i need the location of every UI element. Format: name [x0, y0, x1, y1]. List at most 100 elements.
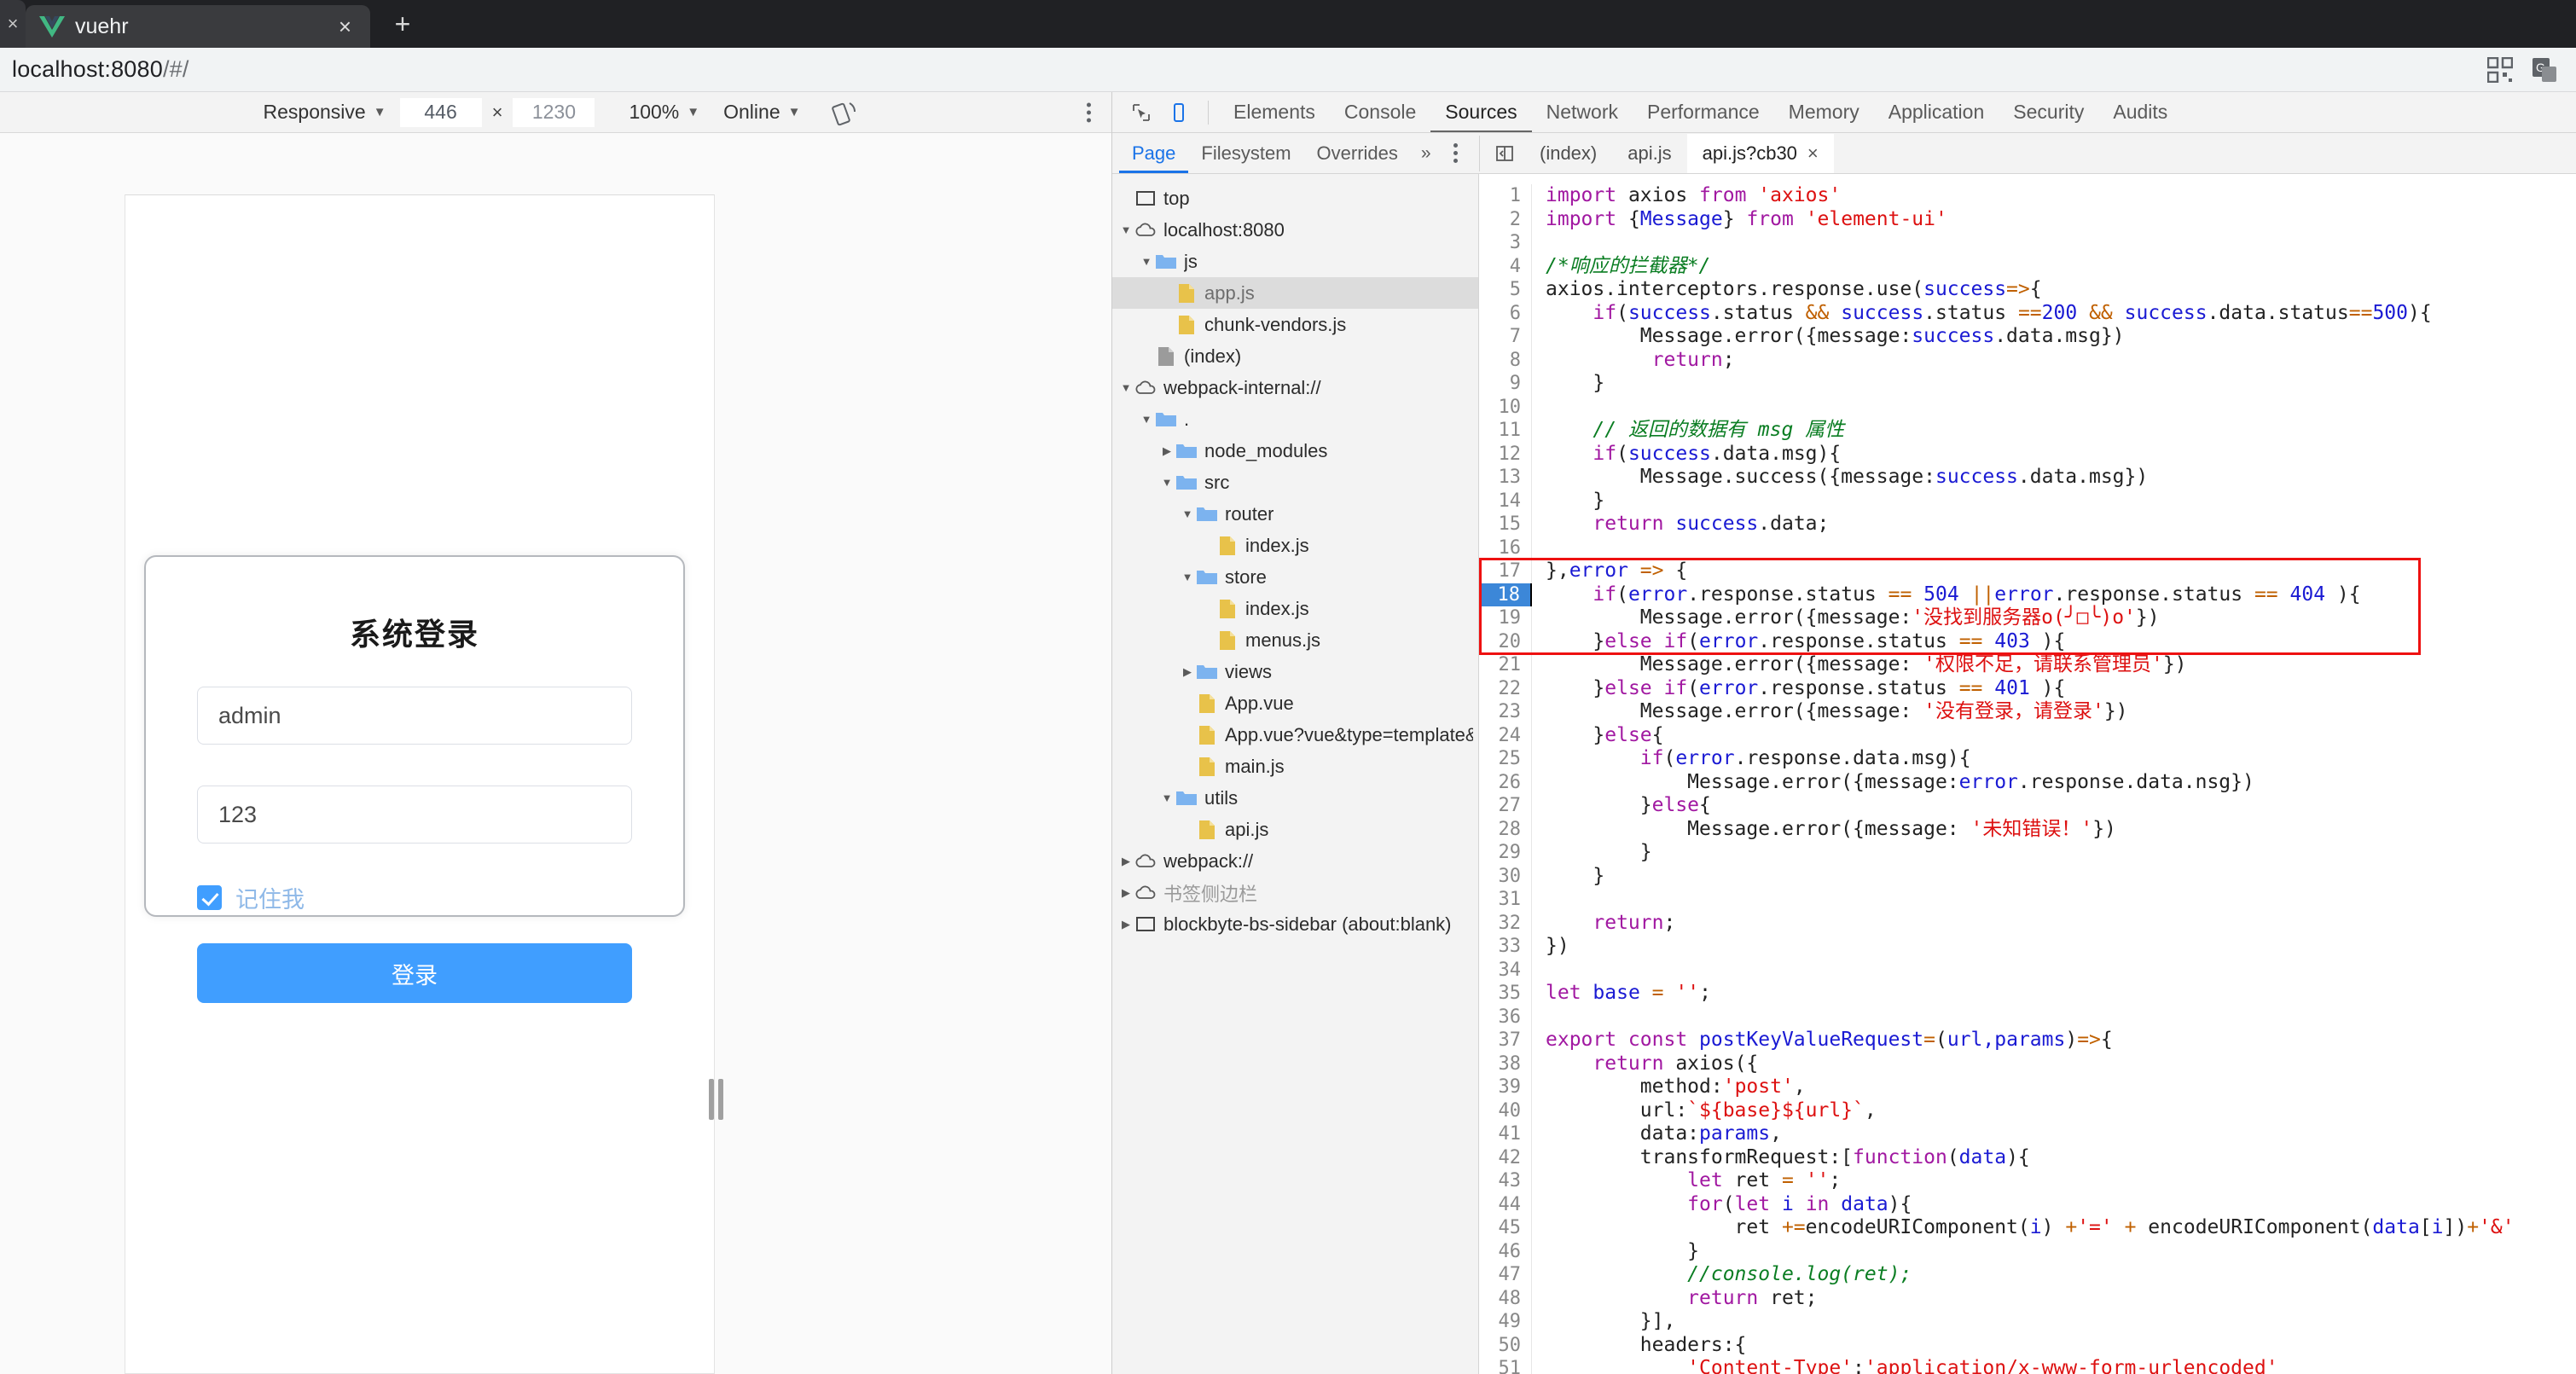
device-toolbar-more-button[interactable]	[1087, 102, 1091, 122]
zoom-dropdown[interactable]: 100% ▼	[617, 97, 711, 127]
line-number[interactable]: 51	[1479, 1357, 1532, 1374]
rotate-icon[interactable]	[831, 98, 860, 127]
chevron-down-icon[interactable]: ▼	[1158, 791, 1175, 804]
code-line[interactable]: 26 Message.error({message:error.response…	[1479, 771, 2576, 795]
code-line[interactable]: 34	[1479, 959, 2576, 983]
viewport-resize-handle[interactable]	[706, 1077, 725, 1122]
more-tabs-icon[interactable]: »	[1411, 143, 1442, 164]
tree-item-api-js[interactable]: api.js	[1112, 814, 1478, 845]
line-number[interactable]: 45	[1479, 1216, 1532, 1240]
line-number[interactable]: 9	[1479, 372, 1532, 396]
code-line[interactable]: 40 url:`${base}${url}`,	[1479, 1099, 2576, 1123]
line-number[interactable]: 24	[1479, 724, 1532, 748]
line-number[interactable]: 1	[1479, 184, 1532, 208]
line-number[interactable]: 49	[1479, 1310, 1532, 1334]
tree-item-views[interactable]: ▶views	[1112, 656, 1478, 687]
remember-me-checkbox[interactable]	[197, 885, 222, 910]
line-number[interactable]: 19	[1479, 606, 1532, 630]
code-line[interactable]: 12 if(success.data.msg){	[1479, 443, 2576, 467]
chevron-down-icon[interactable]: ▼	[1138, 413, 1155, 426]
code-line[interactable]: 46 }	[1479, 1240, 2576, 1264]
code-line[interactable]: 24 }else{	[1479, 724, 2576, 748]
line-number[interactable]: 29	[1479, 841, 1532, 865]
line-number[interactable]: 14	[1479, 490, 1532, 513]
line-number[interactable]: 5	[1479, 278, 1532, 302]
code-line[interactable]: 28 Message.error({message: '未知错误！'})	[1479, 818, 2576, 842]
line-number[interactable]: 36	[1479, 1006, 1532, 1029]
close-icon[interactable]: ×	[334, 15, 357, 38]
line-number[interactable]: 32	[1479, 912, 1532, 936]
devtools-tab-security[interactable]: Security	[1999, 93, 2098, 132]
code-line[interactable]: 1import axios from 'axios'	[1479, 184, 2576, 208]
device-preset-dropdown[interactable]: Responsive ▼	[252, 97, 398, 127]
remember-me-row[interactable]: 记住我	[197, 881, 632, 914]
line-number[interactable]: 27	[1479, 794, 1532, 818]
toggle-device-toolbar-icon[interactable]	[1160, 95, 1198, 130]
line-number[interactable]: 10	[1479, 396, 1532, 420]
tree-item-[interactable]: ▶书签侧边栏	[1112, 877, 1478, 908]
devtools-tab-elements[interactable]: Elements	[1219, 93, 1330, 132]
tree-item-index[interactable]: (index)	[1112, 340, 1478, 372]
code-line[interactable]: 4/*响应的拦截器*/	[1479, 255, 2576, 279]
code-line[interactable]: 31	[1479, 888, 2576, 912]
file-tab-api-js[interactable]: api.js	[1612, 134, 1686, 173]
line-number[interactable]: 28	[1479, 818, 1532, 842]
line-number[interactable]: 7	[1479, 325, 1532, 349]
line-number[interactable]: 31	[1479, 888, 1532, 912]
line-number[interactable]: 42	[1479, 1146, 1532, 1170]
viewport-height-input[interactable]: 1230	[513, 98, 595, 127]
code-line[interactable]: 3	[1479, 231, 2576, 255]
code-line[interactable]: 37export const postKeyValueRequest=(url,…	[1479, 1029, 2576, 1052]
collapse-navigator-icon[interactable]	[1485, 135, 1524, 172]
chevron-right-icon[interactable]: ▶	[1117, 886, 1134, 900]
line-number[interactable]: 2	[1479, 208, 1532, 232]
tab-previous[interactable]: ×	[0, 0, 26, 48]
chevron-down-icon[interactable]: ▼	[1179, 571, 1196, 583]
code-line[interactable]: 29 }	[1479, 841, 2576, 865]
code-line[interactable]: 27 }else{	[1479, 794, 2576, 818]
username-input[interactable]: admin	[197, 687, 632, 745]
devtools-tab-network[interactable]: Network	[1532, 93, 1633, 132]
tree-item-app-vue[interactable]: App.vue	[1112, 687, 1478, 719]
tree-item-menus-js[interactable]: menus.js	[1112, 624, 1478, 656]
chevron-right-icon[interactable]: ▶	[1117, 855, 1134, 868]
chevron-right-icon[interactable]: ▶	[1117, 918, 1134, 931]
tree-item-blockbyte-bs-sidebar-about-blank[interactable]: ▶blockbyte-bs-sidebar (about:blank)	[1112, 908, 1478, 940]
navigator-tab-page[interactable]: Page	[1119, 134, 1188, 173]
login-submit-button[interactable]: 登录	[197, 943, 632, 1003]
line-number[interactable]: 40	[1479, 1099, 1532, 1123]
code-line[interactable]: 33})	[1479, 935, 2576, 959]
devtools-tab-memory[interactable]: Memory	[1774, 93, 1874, 132]
line-number[interactable]: 25	[1479, 747, 1532, 771]
code-line[interactable]: 43 let ret = '';	[1479, 1169, 2576, 1193]
line-number[interactable]: 38	[1479, 1052, 1532, 1076]
code-line[interactable]: 14 }	[1479, 490, 2576, 513]
chevron-right-icon[interactable]: ▶	[1179, 665, 1196, 679]
file-tab--index-[interactable]: (index)	[1524, 134, 1612, 173]
code-line[interactable]: 9 }	[1479, 372, 2576, 396]
line-number[interactable]: 46	[1479, 1240, 1532, 1264]
devtools-tab-audits[interactable]: Audits	[2098, 93, 2182, 132]
code-line[interactable]: 5axios.interceptors.response.use(success…	[1479, 278, 2576, 302]
tree-item-js[interactable]: ▼js	[1112, 246, 1478, 277]
line-number[interactable]: 50	[1479, 1334, 1532, 1358]
devtools-tab-performance[interactable]: Performance	[1633, 93, 1774, 132]
inspect-element-icon[interactable]	[1123, 95, 1160, 130]
devtools-tab-console[interactable]: Console	[1330, 93, 1430, 132]
code-line[interactable]: 25 if(error.response.data.msg){	[1479, 747, 2576, 771]
code-editor[interactable]: 1import axios from 'axios'2import {Messa…	[1479, 174, 2576, 1374]
code-line[interactable]: 15 return success.data;	[1479, 513, 2576, 536]
tree-item-[interactable]: ▼.	[1112, 403, 1478, 435]
code-line[interactable]: 19 Message.error({message:'没找到服务器o(╯□╰)o…	[1479, 606, 2576, 630]
tree-item-node-modules[interactable]: ▶node_modules	[1112, 435, 1478, 467]
code-line[interactable]: 42 transformRequest:[function(data){	[1479, 1146, 2576, 1170]
line-number[interactable]: 35	[1479, 982, 1532, 1006]
tree-item-webpack-internal[interactable]: ▼webpack-internal://	[1112, 372, 1478, 403]
line-number[interactable]: 17	[1479, 559, 1532, 583]
code-line[interactable]: 20 }else if(error.response.status == 403…	[1479, 630, 2576, 654]
code-line[interactable]: 47 //console.log(ret);	[1479, 1263, 2576, 1287]
code-line[interactable]: 22 }else if(error.response.status == 401…	[1479, 677, 2576, 701]
code-line[interactable]: 32 return;	[1479, 912, 2576, 936]
navigator-more-button[interactable]	[1442, 143, 1470, 163]
code-line[interactable]: 17},error => {	[1479, 559, 2576, 583]
